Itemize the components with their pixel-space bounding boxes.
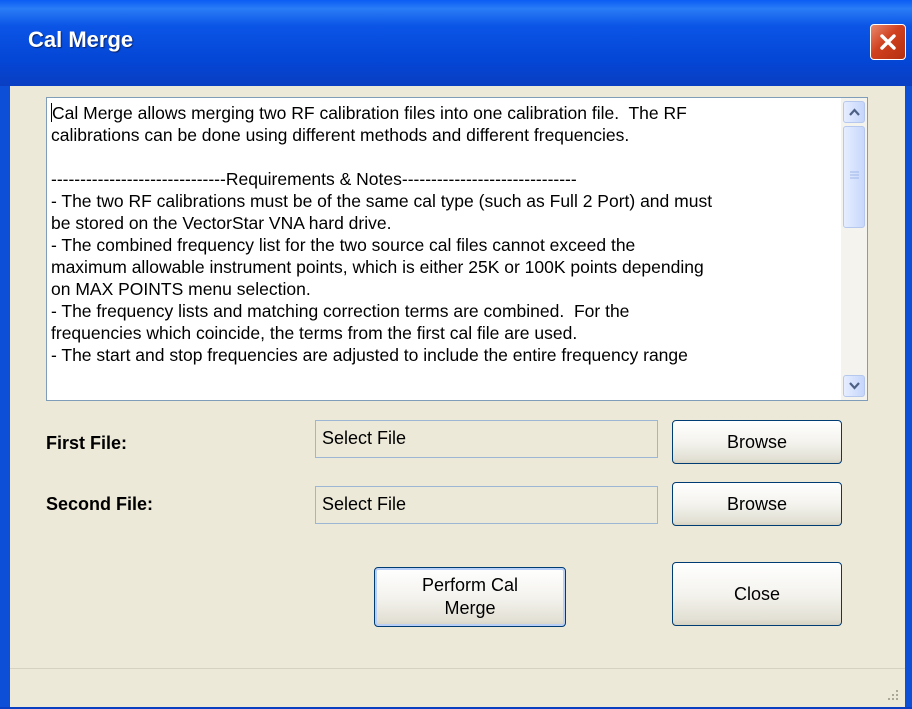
second-file-field: Select File — [315, 486, 658, 524]
scroll-thumb[interactable] — [843, 126, 865, 228]
notes-text: Cal Merge allows merging two RF calibrat… — [51, 102, 841, 366]
resize-grip-icon[interactable] — [885, 687, 899, 701]
notes-textbox[interactable]: Cal Merge allows merging two RF calibrat… — [46, 97, 868, 401]
first-file-field: Select File — [315, 420, 658, 458]
first-file-label: First File: — [46, 433, 128, 453]
cal-merge-window: Cal Merge Cal Merge allows merging two R… — [0, 0, 912, 709]
perform-cal-merge-button[interactable]: Perform Cal Merge — [374, 567, 566, 627]
first-file-browse-button[interactable]: Browse — [672, 420, 842, 464]
notes-content: Cal Merge allows merging two RF calibrat… — [51, 103, 713, 365]
chevron-up-icon — [849, 108, 860, 116]
grip-lines-icon — [850, 171, 859, 179]
second-file-label: Second File: — [46, 494, 154, 514]
window-close-button[interactable] — [870, 24, 906, 60]
window-title: Cal Merge — [28, 27, 134, 52]
chevron-down-icon — [849, 382, 860, 390]
close-button[interactable]: Close — [672, 562, 842, 626]
status-bar — [10, 668, 905, 707]
notes-scrollbar[interactable] — [841, 98, 867, 400]
title-bar[interactable]: Cal Merge — [0, 0, 912, 86]
scroll-down-button[interactable] — [843, 375, 865, 397]
close-x-icon — [880, 34, 896, 50]
dialog-body: Cal Merge allows merging two RF calibrat… — [10, 86, 905, 668]
second-file-browse-button[interactable]: Browse — [672, 482, 842, 526]
scroll-up-button[interactable] — [843, 101, 865, 123]
